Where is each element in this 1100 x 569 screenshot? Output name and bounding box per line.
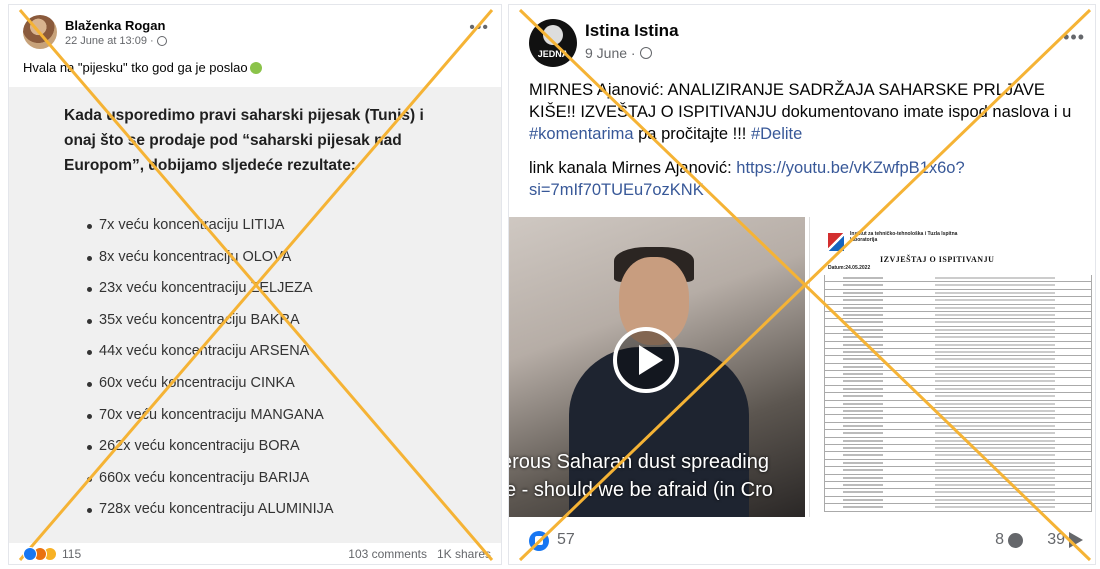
doc-institute: Institut za tehničko-tehnološka i Tuzla … [850,231,958,243]
post-footer: 115 103 comments 1K shares [23,547,491,563]
table-row [824,400,1092,409]
link-label: link kanala Mirnes Ajanović: [529,159,737,177]
list-item: 44x veću koncentraciju ARSENA [87,336,334,368]
list-item: 70x veću koncentraciju MANGANA [87,400,334,432]
table-row [824,289,1092,298]
table-row [824,319,1092,327]
table-row [824,496,1092,505]
post-image[interactable]: Kada usporedimo pravi saharski pijesak (… [9,87,501,543]
video-subtitle: erous Saharan dust spreading [509,451,769,473]
table-row [824,415,1092,423]
more-options-icon[interactable]: ••• [1063,27,1085,48]
post-timestamp[interactable]: 22 June at 13:09 · [65,35,154,47]
report-document-image[interactable]: Institut za tehničko-tehnološka i Tuzla … [809,217,1095,517]
reactions-count: 115 [62,547,82,561]
table-row [824,393,1092,401]
play-icon[interactable] [613,327,679,393]
like-icon[interactable] [529,531,549,551]
avatar-label: JEDNA [537,49,569,59]
table-row [824,459,1092,468]
table-row [824,304,1092,312]
doc-table [824,275,1092,512]
comments-count[interactable]: 103 comments [348,547,427,561]
list-item: 262x veću koncentraciju BORA [87,431,334,463]
comments-count: 8 [995,531,1004,548]
globe-icon [156,36,167,46]
doc-title: IZVJEŠTAJ O ISPITIVANJU [880,255,995,264]
avatar[interactable]: JEDNA [529,19,577,67]
table-row [824,474,1092,482]
table-row [824,275,1092,283]
post-meta: 9 June · [585,45,652,61]
table-row [824,297,1092,305]
globe-icon [639,47,652,59]
hashtag-link[interactable]: #Delite [751,125,802,143]
table-row [824,430,1092,438]
post-text: Hvala na "pijesku" tko god ga je poslao [23,60,262,75]
concentration-list: 7x veću koncentraciju LITIJA 8x veću kon… [87,210,334,526]
right-post: JEDNA Istina Istina 9 June · ••• MIRNES … [508,4,1096,565]
likes-count[interactable]: 57 [557,531,575,549]
table-row [824,422,1092,431]
post-text-content: pa pročitajte !!! [633,125,751,143]
table-row [824,348,1092,357]
list-item: 60x veću koncentraciju CINKA [87,368,334,400]
author-name[interactable]: Istina Istina [585,21,679,41]
post-header: Blaženka Rogan 22 June at 13:09 · ••• [23,15,491,51]
table-row [824,452,1092,460]
table-row [824,444,1092,453]
post-text: MIRNES Ajanović: ANALIZIRANJE SADRŽAJA S… [529,79,1089,145]
comments-stat[interactable]: 8 [995,531,1023,549]
shares-count: 39 [1047,531,1065,548]
list-item: 660x veću koncentraciju BARIJA [87,463,334,495]
hashtag-link[interactable]: #komentarima [529,125,634,143]
table-row [824,282,1092,290]
avatar[interactable] [23,15,57,49]
reactions-summary[interactable]: 115 [23,547,81,561]
sick-face-icon [249,62,262,74]
table-row [824,467,1092,475]
table-row [824,481,1092,490]
engagement-stats: 103 comments 1K shares [348,547,491,561]
table-row [824,341,1092,349]
image-heading: Kada usporedimo pravi saharski pijesak (… [64,107,424,174]
table-row [824,363,1092,372]
more-options-icon[interactable]: ••• [469,19,489,37]
table-row [824,378,1092,386]
table-row [824,311,1092,320]
post-timestamp[interactable]: 9 June · [585,45,636,61]
left-post: Blaženka Rogan 22 June at 13:09 · ••• Hv… [8,4,502,565]
share-icon [1069,532,1083,548]
like-reaction-icon [23,547,37,561]
list-item: 35x veću koncentraciju BAKRA [87,305,334,337]
table-row [824,385,1092,394]
table-row [824,437,1092,445]
author-name[interactable]: Blaženka Rogan [65,18,165,33]
shares-count[interactable]: 1K shares [437,547,491,561]
post-link-line: link kanala Mirnes Ajanović: https://you… [529,157,1089,201]
shares-stat[interactable]: 39 [1047,531,1083,549]
avatar-face [543,25,563,45]
table-row [824,356,1092,364]
table-row [824,334,1092,342]
list-item: 23x veću koncentraciju ZELJEZA [87,273,334,305]
video-thumbnail[interactable]: erous Saharan dust spreading e - should … [509,217,805,517]
video-subtitle: e - should we be afraid (in Cro [509,479,773,501]
institute-logo-icon [828,233,844,251]
table-row [824,371,1092,379]
post-text-content: Hvala na "pijesku" tko god ga je poslao [23,60,248,75]
post-footer: 57 8 39 [529,529,1085,553]
table-row [824,326,1092,335]
post-meta: 22 June at 13:09 · [65,35,167,47]
list-item: 8x veću koncentraciju OLOVA [87,242,334,274]
table-row [824,504,1092,512]
table-row [824,408,1092,416]
post-text-content: MIRNES Ajanović: ANALIZIRANJE SADRŽAJA S… [529,81,1072,121]
list-item: 7x veću koncentraciju LITIJA [87,210,334,242]
comment-icon [1008,532,1023,548]
table-row [824,489,1092,497]
list-item: 728x veću koncentraciju ALUMINIJA [87,494,334,526]
doc-date: Datum:24.05.2022 [828,265,871,271]
